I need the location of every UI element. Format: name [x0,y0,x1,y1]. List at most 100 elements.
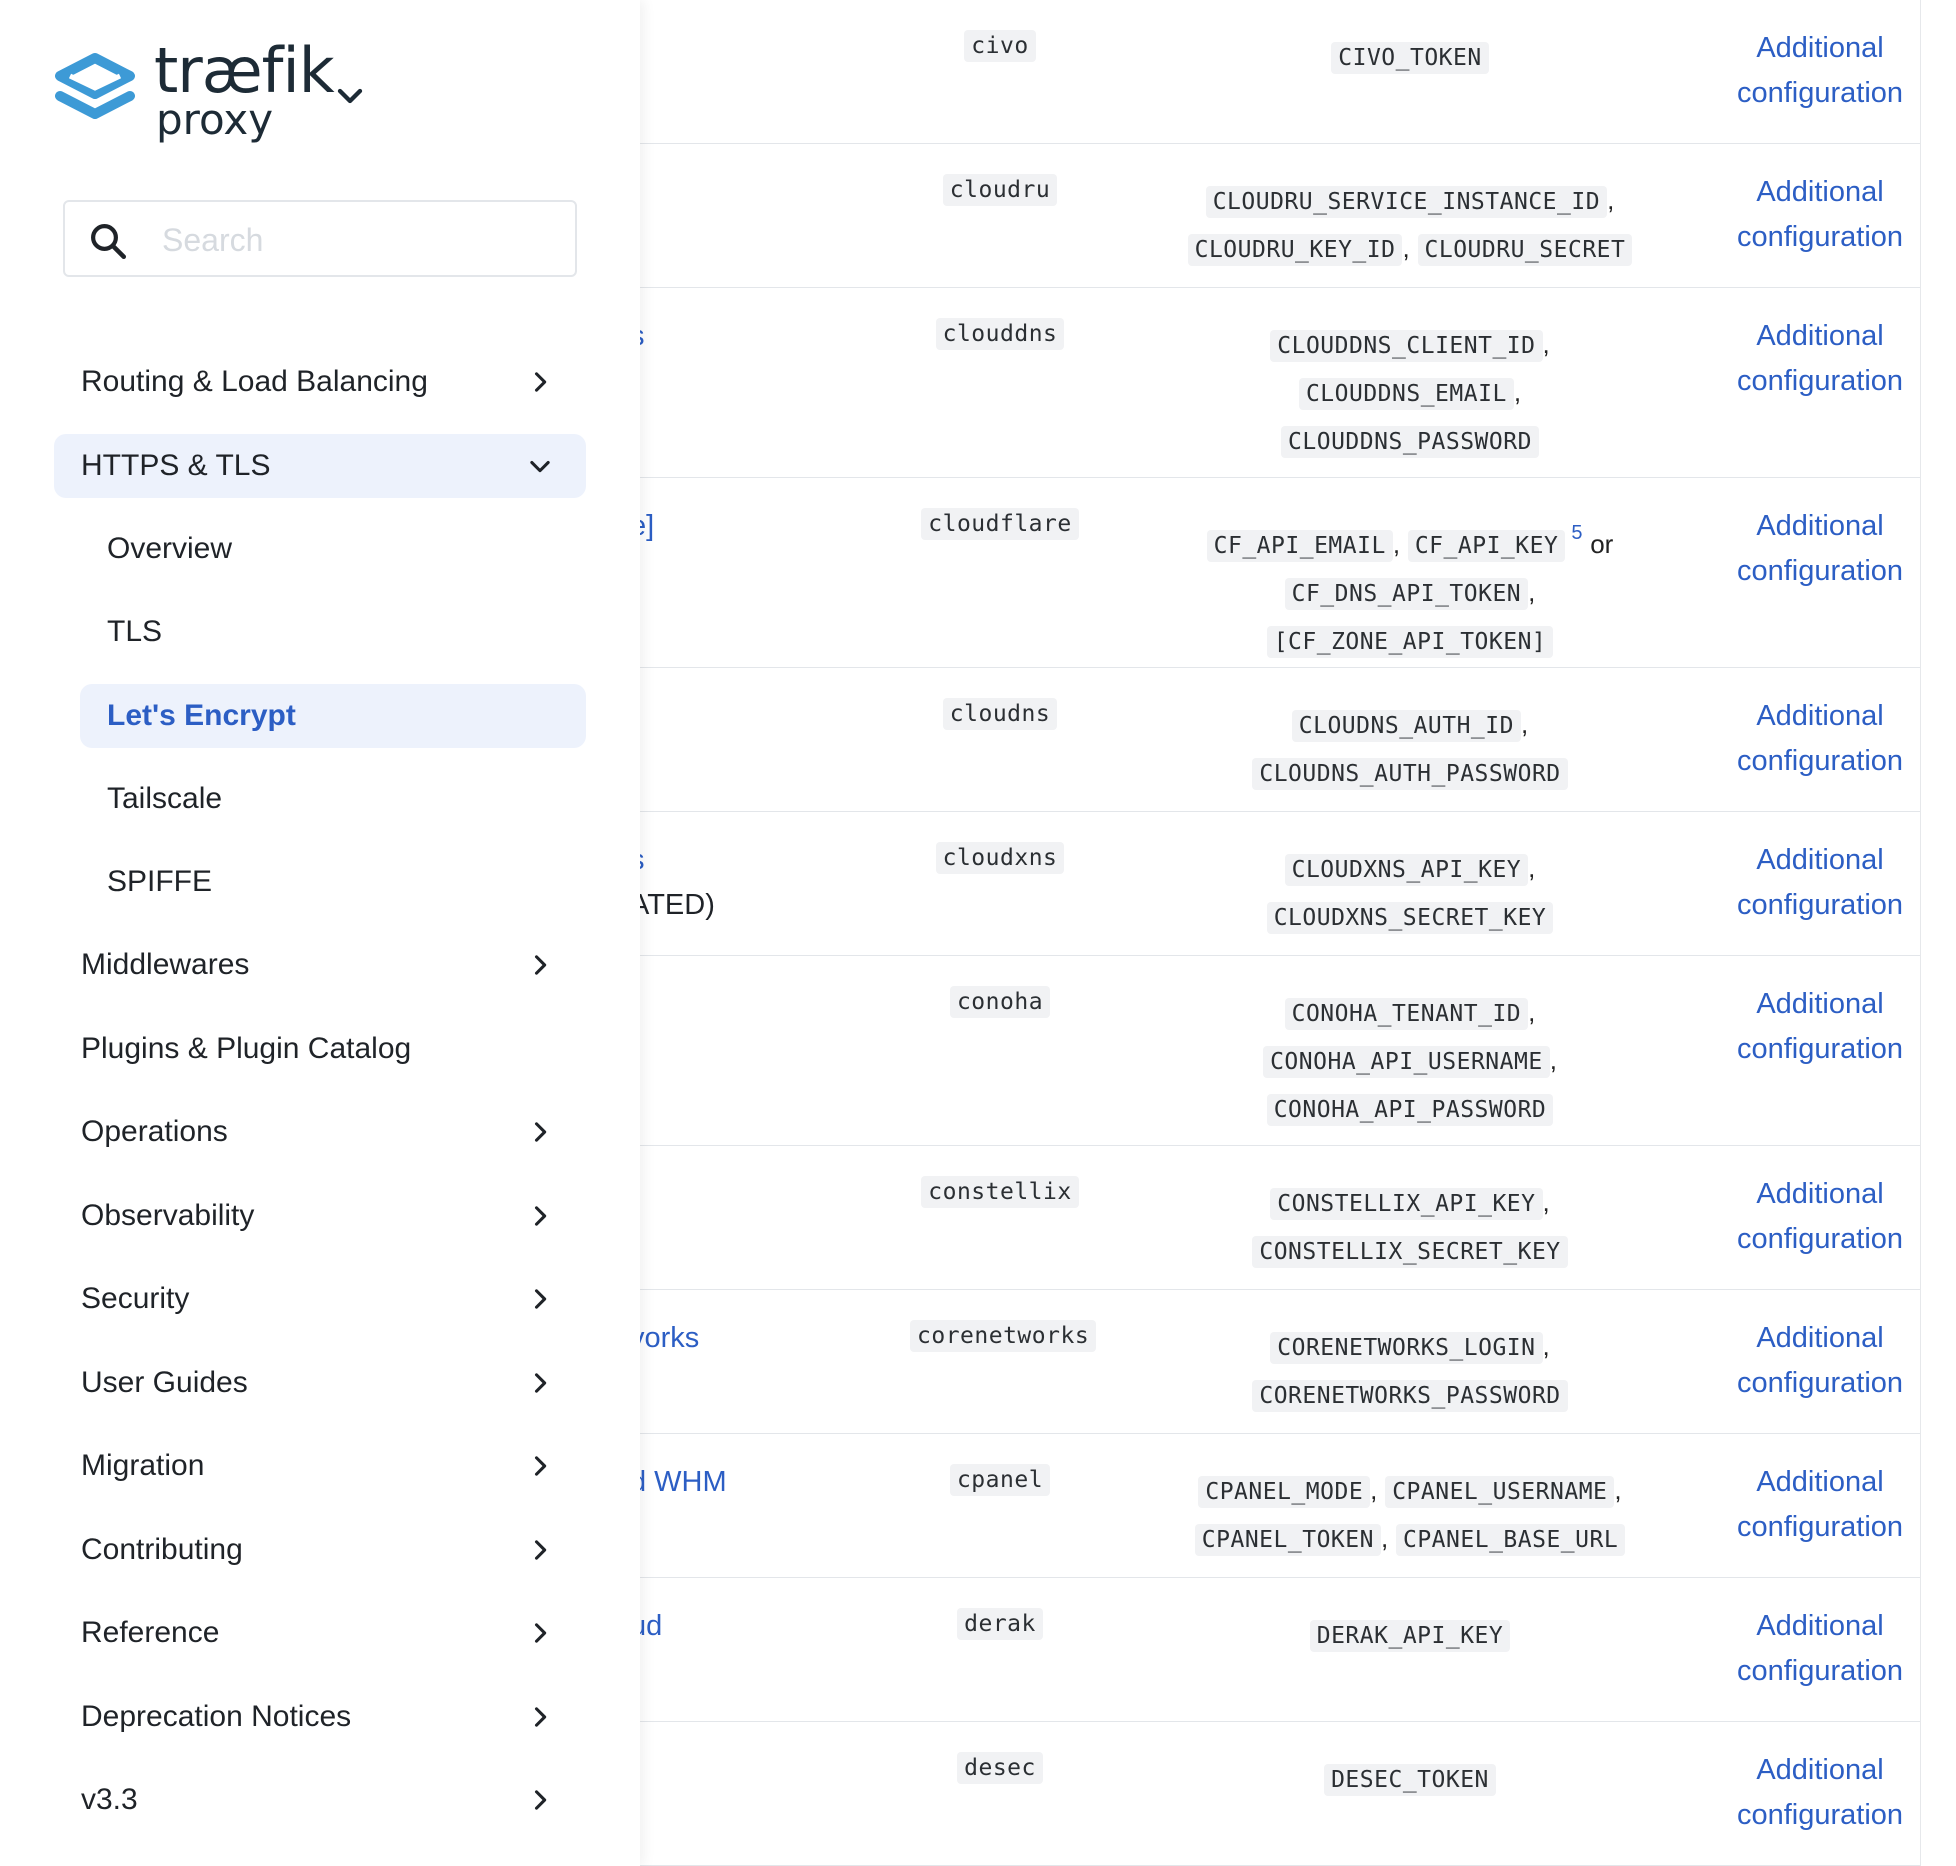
additional-config-link[interactable]: Additional configuration [1700,1146,1920,1262]
additional-config-link[interactable]: Additional configuration [1700,1722,1920,1838]
chevron-right-icon [534,1790,547,1810]
nav-label: Security [81,1282,190,1315]
provider-code: derak [910,1578,1090,1640]
provider-name-link[interactable]: ud [640,1578,810,1649]
additional-config-link[interactable]: Additional configuration [1700,478,1920,594]
nav-label: Migration [81,1449,205,1482]
nav-version[interactable]: v3.3 [54,1768,586,1832]
table-row: s clouddns CLOUDDNS_CLIENT_ID, CLOUDDNS_… [640,288,1920,478]
provider-code: civo [910,0,1090,62]
chevron-right-icon [534,1456,547,1476]
nav-label: HTTPS & TLS [81,449,271,482]
additional-config-link[interactable]: Additional configuration [1700,144,1920,260]
nav-reference[interactable]: Reference [54,1601,586,1665]
chevron-right-icon [534,1289,547,1309]
env-vars: CLOUDXNS_API_KEY, CLOUDXNS_SECRET_KEY [1160,812,1660,941]
additional-config-link[interactable]: Additional configuration [1700,0,1920,116]
table-row: civo CIVO_TOKEN Additional configuration [640,0,1920,144]
provider-name-link[interactable]: d WHM [640,1434,810,1505]
nav-middlewares[interactable]: Middlewares [54,933,586,997]
provider-code: desec [910,1722,1090,1784]
provider-table: civo CIVO_TOKEN Additional configuration … [640,0,1921,1866]
nav-contributing[interactable]: Contributing [54,1518,586,1582]
chevron-down-icon [530,460,550,473]
chevron-right-icon [534,1623,547,1643]
table-row: sATED) cloudxns CLOUDXNS_API_KEY, CLOUDX… [640,812,1920,956]
nav-user-guides[interactable]: User Guides [54,1351,586,1415]
env-vars: CF_API_EMAIL, CF_API_KEY 5 or CF_DNS_API_… [1160,478,1660,665]
provider-name-link[interactable]: s [640,288,810,359]
chevron-right-icon [534,1373,547,1393]
provider-name-link[interactable]: vorks [640,1290,810,1361]
provider-code: conoha [910,956,1090,1018]
provider-code: corenetworks [910,1290,1097,1352]
additional-config-link[interactable]: Additional configuration [1700,1434,1920,1550]
sidebar: træfik proxy Routing & Load Balancing HT… [0,0,640,1866]
additional-config-link[interactable]: Additional configuration [1700,956,1920,1072]
env-vars: CONSTELLIX_API_KEY, CONSTELLIX_SECRET_KE… [1160,1146,1660,1275]
env-vars: DESEC_TOKEN [1160,1722,1660,1803]
nav-label: Tailscale [107,782,223,815]
env-vars: DERAK_API_KEY [1160,1578,1660,1659]
provider-name-link[interactable]: sATED) [640,812,810,928]
provider-code: constellix [910,1146,1090,1208]
nav-migration[interactable]: Migration [54,1434,586,1498]
env-vars: CONOHA_TENANT_ID, CONOHA_API_USERNAME, C… [1160,956,1660,1133]
table-row: d WHM cpanel CPANEL_MODE, CPANEL_USERNAM… [640,1434,1920,1578]
nav-label: v3.3 [81,1783,138,1816]
traefik-logo[interactable]: træfik proxy [50,40,390,150]
nav-label: Middlewares [81,948,250,981]
env-vars: CIVO_TOKEN [1160,0,1660,81]
nav-observability[interactable]: Observability [54,1184,586,1248]
nav-https-tls[interactable]: HTTPS & TLS [54,434,586,498]
nav-label: Contributing [81,1533,243,1566]
env-vars: CLOUDDNS_CLIENT_ID, CLOUDDNS_EMAIL, CLOU… [1160,288,1660,465]
chevron-down-icon[interactable] [330,76,370,116]
nav-spiffe[interactable]: SPIFFE [80,850,586,914]
nav-routing[interactable]: Routing & Load Balancing [54,350,586,414]
provider-code: clouddns [910,288,1090,350]
nav-label: Routing & Load Balancing [81,365,428,398]
env-vars: CORENETWORKS_LOGIN, CORENETWORKS_PASSWOR… [1160,1290,1660,1419]
nav-label: Let's Encrypt [107,699,296,732]
chevron-right-icon [534,955,547,975]
env-vars: CPANEL_MODE, CPANEL_USERNAME, CPANEL_TOK… [1160,1434,1660,1563]
chevron-right-icon [534,1540,547,1560]
table-row: conoha CONOHA_TENANT_ID, CONOHA_API_USER… [640,956,1920,1146]
chevron-right-icon [534,1707,547,1727]
chevron-right-icon [534,372,547,392]
provider-code: cloudflare [910,478,1090,540]
nav-operations[interactable]: Operations [54,1100,586,1164]
nav-label: Operations [81,1115,228,1148]
search-box[interactable] [63,200,577,277]
nav-tailscale[interactable]: Tailscale [80,767,586,831]
footnote-ref[interactable]: 5 [1571,522,1582,544]
brand-name: træfik [154,34,335,107]
nav-lets-encrypt[interactable]: Let's Encrypt [80,684,586,748]
search-input[interactable] [160,216,564,264]
additional-config-link[interactable]: Additional configuration [1700,1578,1920,1694]
nav-overview[interactable]: Overview [80,517,586,581]
nav-label: Reference [81,1616,220,1649]
traefik-logo-icon [55,53,135,119]
nav-deprecation[interactable]: Deprecation Notices [54,1685,586,1749]
additional-config-link[interactable]: Additional configuration [1700,812,1920,928]
provider-code: cpanel [910,1434,1090,1496]
chevron-right-icon [534,1122,547,1142]
env-vars: CLOUDRU_SERVICE_INSTANCE_ID, CLOUDRU_KEY… [1160,144,1660,273]
brand-sub: proxy [156,95,274,144]
nav-security[interactable]: Security [54,1267,586,1331]
additional-config-link[interactable]: Additional configuration [1700,668,1920,784]
table-row: cloudru CLOUDRU_SERVICE_INSTANCE_ID, CLO… [640,144,1920,288]
table-row: ud derak DERAK_API_KEY Additionalconfigu… [640,1578,1920,1722]
additional-config-link[interactable]: Additional configuration [1700,1290,1920,1406]
nav-tls[interactable]: TLS [80,600,586,664]
nav-plugins[interactable]: Plugins & Plugin Catalog [54,1017,586,1081]
provider-code: cloudru [910,144,1090,206]
provider-name-link[interactable]: e] [640,478,810,549]
additional-config-link[interactable]: Additional configuration [1700,288,1920,404]
search-icon [91,224,127,260]
nav-label: Overview [107,532,233,565]
nav-label: User Guides [81,1366,248,1399]
provider-code: cloudxns [910,812,1090,874]
